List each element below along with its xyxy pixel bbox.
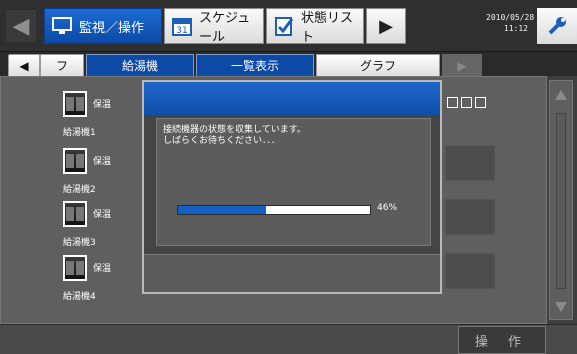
- row-detail-box: [445, 145, 495, 181]
- device-name: 給湯機4: [63, 292, 96, 302]
- scroll-left-icon[interactable]: ◀: [8, 54, 40, 76]
- calendar-icon: 31: [171, 15, 193, 37]
- date-time-display: 2010/05/28 11:12: [486, 0, 534, 52]
- device-name: 給湯機3: [63, 238, 96, 248]
- monitor-icon: [51, 15, 73, 37]
- scrollbar[interactable]: [549, 80, 573, 320]
- tab-label: 状態リスト: [301, 11, 354, 45]
- sub-navigation: ◀ フ 給湯機 一覧表示 グラフ ▶: [0, 52, 577, 76]
- dialog-message: 接続機器の状態を収集しています。 しばらくお待ちください．．．: [163, 125, 306, 146]
- checklist-icon: [273, 15, 295, 37]
- next-arrow-icon[interactable]: ▶: [366, 8, 406, 44]
- tab-label: 給湯機: [121, 59, 158, 73]
- scroll-up-icon[interactable]: [554, 87, 568, 101]
- progress-percent: 46%: [377, 203, 398, 213]
- tab-label: フ: [55, 59, 68, 73]
- progress-fill: [178, 206, 267, 214]
- top-bar: ◀ 監視／操作 31 スケジュール 状態リスト ▶ 2010/05/28 11:…: [0, 0, 577, 52]
- row-detail-box: [445, 199, 495, 235]
- device-status: 保温: [93, 264, 112, 274]
- dialog-title-bar: [144, 82, 440, 116]
- list-item[interactable]: 保温 給湯機1: [61, 91, 141, 139]
- device-status: 保温: [93, 100, 112, 110]
- tab-partial[interactable]: フ: [40, 54, 84, 76]
- tab-schedule[interactable]: 31 スケジュール: [164, 8, 264, 45]
- scroll-down-icon[interactable]: [554, 299, 568, 313]
- dialog-footer: [144, 254, 440, 292]
- device-status: 保温: [93, 157, 112, 167]
- water-heater-icon: [63, 148, 87, 174]
- tab-graph-view[interactable]: グラフ: [316, 54, 440, 76]
- tab-status-list[interactable]: 状態リスト: [266, 8, 364, 45]
- row-detail-box: [445, 253, 495, 289]
- tab-label: 監視／操作: [79, 20, 145, 36]
- progress-bar: [177, 205, 371, 215]
- tab-label: グラフ: [359, 59, 396, 73]
- dialog-body: 接続機器の状態を収集しています。 しばらくお待ちください．．． 46%: [156, 118, 431, 246]
- time-text: 11:12: [503, 24, 528, 33]
- water-heater-icon: [63, 255, 87, 281]
- tab-list-view[interactable]: 一覧表示: [196, 54, 314, 76]
- wrench-icon[interactable]: [537, 8, 577, 44]
- date-text: 2010/05/28: [486, 13, 535, 22]
- water-heater-icon: [63, 91, 87, 117]
- tab-label: スケジュール: [199, 11, 251, 45]
- svg-text:31: 31: [176, 26, 187, 36]
- tab-label: 一覧表示: [230, 59, 279, 73]
- list-item[interactable]: 保温 給湯機2: [61, 148, 141, 196]
- tab-monitor-operate[interactable]: 監視／操作: [44, 8, 162, 44]
- indicator-squares: [447, 97, 487, 109]
- previous-arrow-icon[interactable]: ◀: [6, 10, 36, 42]
- operate-button[interactable]: 操 作: [458, 326, 546, 354]
- progress-dialog: 接続機器の状態を収集しています。 しばらくお待ちください．．． 46%: [142, 80, 442, 294]
- device-name: 給湯機2: [63, 185, 96, 195]
- scroll-thumb[interactable]: [556, 113, 566, 289]
- tab-water-heater-group[interactable]: 給湯機: [86, 54, 194, 76]
- device-name: 給湯機1: [63, 128, 96, 138]
- scroll-right-icon[interactable]: ▶: [442, 54, 482, 76]
- list-item[interactable]: 保温 給湯機3: [61, 201, 141, 249]
- list-item[interactable]: 保温 給湯機4: [61, 255, 141, 303]
- device-status: 保温: [93, 210, 112, 220]
- water-heater-icon: [63, 201, 87, 227]
